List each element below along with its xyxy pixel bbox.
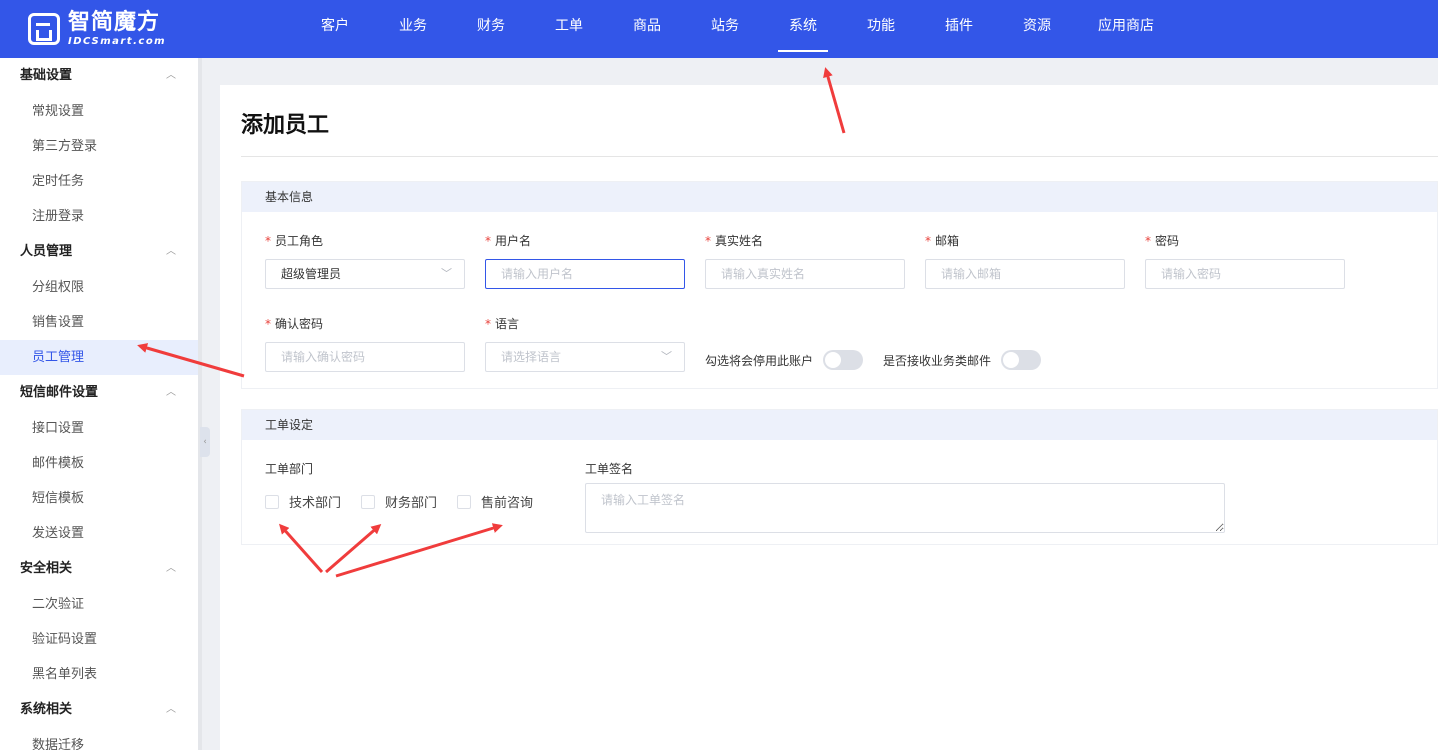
disable-account-label: 勾选将会停用此账户 (705, 353, 814, 368)
checkbox-icon (361, 494, 376, 509)
sidebar-item-staff-management[interactable]: 员工管理 (0, 340, 198, 375)
confirm-password-field: * 确认密码 (265, 315, 465, 372)
sidebar-scrollbar[interactable] (198, 58, 202, 750)
brand-name: 智简魔方 (68, 9, 161, 35)
nav-item-plugin[interactable]: 插件 (920, 0, 998, 52)
main-nav: 客户 业务 财务 工单 商品 站务 系统 功能 插件 资源 应用商店 (296, 0, 1176, 58)
title-divider (241, 156, 1438, 157)
sidebar-group-sms-email[interactable]: 短信邮件设置 ︿ (0, 375, 198, 411)
chevron-down-icon: ﹀ (661, 350, 672, 363)
sidebar-item-sales-settings[interactable]: 销售设置 (0, 305, 198, 340)
realname-field: * 真实姓名 (705, 232, 905, 289)
language-select[interactable]: 请选择语言 ﹀ (485, 342, 685, 372)
username-field: * 用户名 (485, 232, 685, 289)
ticket-signature-label: 工单签名 (585, 462, 634, 476)
sidebar-group-system[interactable]: 系统相关 ︿ (0, 692, 198, 728)
ticket-settings-card: 工单设定 工单部门 技术部门 财务部门 售前咨询 工单签名 (241, 409, 1438, 545)
receive-mail-label: 是否接收业务类邮件 (883, 353, 992, 368)
disable-account-toggle-row: 勾选将会停用此账户 (705, 350, 864, 370)
nav-item-site[interactable]: 站务 (686, 0, 764, 52)
password-input[interactable] (1145, 259, 1345, 289)
sidebar-item-data-migration[interactable]: 数据迁移 (0, 728, 198, 750)
brand-logo[interactable]: 智简魔方 IDCSmart.com (28, 9, 167, 47)
chevron-left-icon: ‹ (203, 437, 207, 447)
dept-checkbox-finance[interactable]: 财务部门 (361, 492, 437, 511)
chevron-up-icon: ︿ (166, 387, 176, 398)
ticket-dept-label: 工单部门 (265, 462, 314, 476)
ticket-settings-title: 工单设定 (242, 410, 1437, 440)
basic-info-card: 基本信息 *员工角色 超级管理员 ﹀ *用户名 *真实姓名 *邮箱 *密码 *确… (241, 181, 1438, 389)
chevron-up-icon: ︿ (166, 563, 176, 574)
email-field: * 邮箱 (925, 232, 1125, 289)
chevron-down-icon: ﹀ (441, 267, 452, 280)
nav-item-product[interactable]: 商品 (608, 0, 686, 52)
nav-item-business[interactable]: 业务 (374, 0, 452, 52)
checkbox-icon (265, 494, 279, 509)
sidebar-group-staff[interactable]: 人员管理 ︿ (0, 234, 198, 270)
checkbox-icon (457, 494, 472, 509)
nav-item-customer[interactable]: 客户 (296, 0, 374, 52)
sidebar: 基础设置 ︿ 常规设置 第三方登录 定时任务 注册登录 人员管理 ︿ 分组权限 销售… (0, 58, 198, 750)
sidebar-item-general[interactable]: 常规设置 (0, 94, 198, 129)
nav-item-finance[interactable]: 财务 (452, 0, 530, 52)
nav-item-resource[interactable]: 资源 (998, 0, 1076, 52)
ticket-signature-input[interactable] (585, 483, 1225, 533)
language-field: * 语言 请选择语言 ﹀ (485, 315, 685, 372)
role-field: * 员工角色 超级管理员 ﹀ (265, 232, 465, 289)
sidebar-group-basic[interactable]: 基础设置 ︿ (0, 58, 198, 94)
sidebar-item-email-templates[interactable]: 邮件模板 (0, 446, 198, 481)
sidebar-group-security[interactable]: 安全相关 ︿ (0, 551, 198, 587)
nav-item-system[interactable]: 系统 (764, 0, 842, 52)
sidebar-item-blacklist[interactable]: 黑名单列表 (0, 657, 198, 692)
sidebar-item-sms-templates[interactable]: 短信模板 (0, 481, 198, 516)
disable-account-switch[interactable] (823, 350, 864, 370)
email-input[interactable] (925, 259, 1125, 289)
brand-domain: IDCSmart.com (68, 35, 167, 47)
chevron-up-icon: ︿ (166, 246, 176, 257)
top-header: 智简魔方 IDCSmart.com 客户 业务 财务 工单 商品 站务 系统 功… (0, 0, 1438, 58)
sidebar-item-2fa[interactable]: 二次验证 (0, 587, 198, 622)
basic-info-title: 基本信息 (242, 182, 1437, 212)
dept-checkbox-tech[interactable]: 技术部门 (265, 492, 341, 511)
sidebar-item-group-permissions[interactable]: 分组权限 (0, 270, 198, 305)
nav-item-app-store[interactable]: 应用商店 (1076, 0, 1176, 52)
sidebar-item-captcha[interactable]: 验证码设置 (0, 622, 198, 657)
nav-item-ticket[interactable]: 工单 (530, 0, 608, 52)
chevron-up-icon: ︿ (166, 70, 176, 81)
password-field: * 密码 (1145, 232, 1345, 289)
username-input[interactable] (485, 259, 685, 289)
receive-mail-toggle-row: 是否接收业务类邮件 (883, 350, 1042, 370)
dept-checkbox-presales[interactable]: 售前咨询 (457, 492, 533, 511)
role-select[interactable]: 超级管理员 ﹀ (265, 259, 465, 289)
chevron-up-icon: ︿ (166, 704, 176, 715)
confirm-password-input[interactable] (265, 342, 465, 372)
logo-icon (28, 13, 60, 45)
sidebar-item-cron[interactable]: 定时任务 (0, 164, 198, 199)
nav-item-feature[interactable]: 功能 (842, 0, 920, 52)
sidebar-item-send-settings[interactable]: 发送设置 (0, 516, 198, 551)
receive-mail-switch[interactable] (1001, 350, 1042, 370)
main-panel: 添加员工 基本信息 *员工角色 超级管理员 ﹀ *用户名 *真实姓名 *邮箱 *… (220, 85, 1438, 750)
sidebar-item-third-party-login[interactable]: 第三方登录 (0, 129, 198, 164)
sidebar-item-api-settings[interactable]: 接口设置 (0, 411, 198, 446)
sidebar-collapse-handle[interactable]: ‹ (200, 427, 210, 457)
ticket-dept-checkboxes: 技术部门 财务部门 售前咨询 (265, 492, 553, 511)
sidebar-item-register-login[interactable]: 注册登录 (0, 199, 198, 234)
realname-input[interactable] (705, 259, 905, 289)
page-title: 添加员工 (241, 113, 330, 138)
